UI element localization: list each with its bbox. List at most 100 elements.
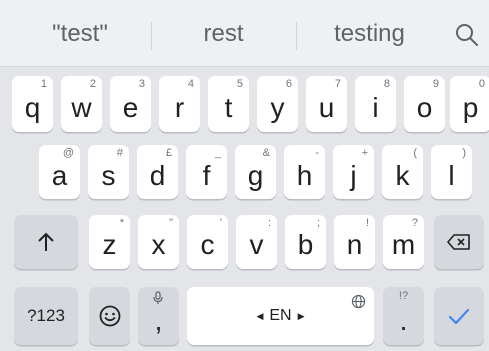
- key-r[interactable]: 4r: [159, 76, 200, 132]
- key-y[interactable]: 6y: [257, 76, 298, 132]
- key-label: k: [395, 160, 410, 191]
- microphone-icon: [153, 291, 163, 304]
- key-hint: ": [169, 217, 173, 229]
- key-hint: !: [365, 217, 369, 229]
- key-b[interactable]: ; b: [285, 215, 326, 269]
- key-t[interactable]: 5t: [208, 76, 249, 132]
- suggestion-3[interactable]: testing: [297, 0, 442, 67]
- key-hint: 7: [334, 78, 341, 90]
- key-hint: *: [119, 217, 124, 229]
- key-o[interactable]: 9o: [404, 76, 445, 132]
- language-next-icon: ▶: [297, 310, 305, 321]
- key-j[interactable]: + j: [333, 145, 374, 199]
- key-hint: 9: [432, 78, 439, 90]
- enter-key[interactable]: [434, 287, 484, 345]
- symbols-key[interactable]: ?123: [14, 287, 78, 345]
- key-hint: ?: [411, 217, 418, 229]
- comma-label: ,: [154, 305, 163, 336]
- key-f[interactable]: _ f: [186, 145, 227, 199]
- shift-arrow-icon: [38, 232, 54, 251]
- key-label: t: [224, 92, 233, 123]
- key-label: e: [122, 92, 139, 123]
- key-label: m: [391, 229, 416, 260]
- backspace-key[interactable]: [434, 215, 484, 269]
- key-label: o: [416, 92, 433, 123]
- key-label: c: [200, 229, 215, 260]
- key-label: r: [174, 92, 185, 123]
- comma-key[interactable]: ,: [138, 287, 179, 345]
- key-c[interactable]: ' c: [187, 215, 228, 269]
- key-label: n: [346, 229, 363, 260]
- key-v[interactable]: :v: [236, 215, 277, 269]
- backspace-icon: [447, 234, 470, 250]
- key-label: b: [297, 229, 314, 260]
- key-label: d: [149, 160, 166, 191]
- globe-icon: [351, 294, 366, 309]
- key-hint: -: [315, 147, 319, 159]
- language-code: EN: [269, 307, 292, 324]
- shift-key[interactable]: [14, 215, 78, 269]
- key-u[interactable]: 7u: [306, 76, 347, 132]
- emoji-key[interactable]: [89, 287, 130, 345]
- key-hint: 3: [138, 78, 145, 90]
- space-key[interactable]: ◀ EN ▶: [187, 287, 374, 345]
- key-label: u: [318, 92, 335, 123]
- key-d[interactable]: £ d: [137, 145, 178, 199]
- key-label: z: [102, 229, 117, 260]
- key-hint: _: [214, 147, 221, 159]
- key-label: q: [24, 92, 41, 123]
- key-l[interactable]: ) l: [431, 145, 472, 199]
- key-hint: +: [361, 147, 368, 159]
- suggestion-1[interactable]: "test": [10, 0, 150, 67]
- key-s[interactable]: # s: [88, 145, 129, 199]
- period-key[interactable]: !? .: [383, 287, 424, 345]
- key-hint: £: [165, 147, 172, 159]
- key-g[interactable]: & g: [235, 145, 276, 199]
- key-label: x: [151, 229, 166, 260]
- key-hint: &: [262, 147, 270, 159]
- key-hint: 1: [40, 78, 47, 90]
- key-label: g: [247, 160, 264, 191]
- key-m[interactable]: ? m: [383, 215, 424, 269]
- key-p[interactable]: 0p: [450, 76, 489, 132]
- key-i[interactable]: 8i: [355, 76, 396, 132]
- search-icon[interactable]: [452, 20, 482, 50]
- key-hint: :: [267, 217, 271, 229]
- key-e[interactable]: 3e: [110, 76, 151, 132]
- key-label: a: [51, 160, 68, 191]
- key-label: p: [462, 92, 479, 123]
- key-hint: @: [62, 147, 74, 159]
- key-h[interactable]: -h: [284, 145, 325, 199]
- key-label: v: [249, 229, 264, 260]
- key-hint: 0: [478, 78, 485, 90]
- symbols-label: ?123: [27, 306, 65, 325]
- key-label: i: [372, 92, 379, 123]
- key-n[interactable]: ! n: [334, 215, 375, 269]
- key-hint: #: [116, 147, 123, 159]
- language-label: ◀ EN ▶: [256, 307, 304, 325]
- key-hint: (: [413, 147, 417, 159]
- key-hint: 5: [236, 78, 243, 90]
- key-x[interactable]: " x: [138, 215, 179, 269]
- key-label: l: [448, 160, 455, 191]
- key-label: j: [350, 160, 357, 191]
- key-a[interactable]: @ a: [39, 145, 80, 199]
- key-label: s: [101, 160, 116, 191]
- key-hint: 4: [187, 78, 194, 90]
- suggestion-strip: "test" rest testing: [0, 0, 489, 67]
- key-label: w: [71, 92, 92, 123]
- suggestion-2[interactable]: rest: [152, 0, 295, 67]
- key-label: h: [296, 160, 313, 191]
- language-prev-icon: ◀: [256, 310, 264, 321]
- key-hint: ;: [316, 217, 320, 229]
- key-hint: 8: [383, 78, 390, 90]
- key-w[interactable]: 2w: [61, 76, 102, 132]
- checkmark-icon: [448, 308, 470, 325]
- key-label: y: [270, 92, 285, 123]
- key-k[interactable]: (k: [382, 145, 423, 199]
- key-z[interactable]: * z: [89, 215, 130, 269]
- key-label: f: [202, 160, 211, 191]
- key-hint: ': [219, 217, 222, 229]
- key-q[interactable]: 1q: [12, 76, 53, 132]
- period-hint: !?: [398, 290, 409, 302]
